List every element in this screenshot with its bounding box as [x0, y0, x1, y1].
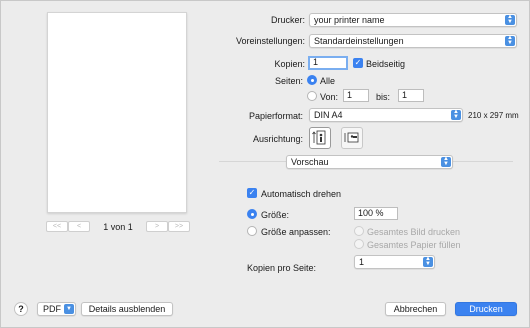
presets-select[interactable]: Standardeinstellungen ▲ ▼ [309, 34, 517, 48]
popup-arrows-icon: ▲ ▼ [423, 256, 433, 267]
orientation-portrait-button[interactable] [309, 127, 331, 149]
printer-label: Drucker: [270, 15, 305, 25]
print-dialog: << < 1 von 1 > >> Drucker: your printer … [0, 0, 530, 328]
chevron-down-icon: ▼ [64, 304, 74, 314]
paper-size-label: Papierformat: [248, 111, 303, 121]
fit-whole-image-label: Gesamtes Bild drucken [367, 227, 461, 237]
orientation-landscape-button[interactable] [341, 127, 363, 149]
portrait-orientation-icon [312, 130, 326, 145]
cancel-button[interactable]: Abbrechen [385, 302, 446, 316]
duplex-label: Beidseitig [366, 59, 406, 69]
scale-size-input[interactable]: 100 % [354, 207, 398, 220]
popup-arrows-icon: ▲ ▼ [505, 35, 515, 46]
presets-label: Voreinstellungen: [235, 36, 305, 46]
pages-range-radio[interactable] [307, 91, 317, 101]
section-value: Vorschau [291, 157, 329, 167]
last-page-button[interactable]: >> [168, 221, 190, 232]
pages-to-input[interactable]: 1 [398, 89, 424, 102]
next-page-button[interactable]: > [146, 221, 168, 232]
previous-page-button[interactable]: < [68, 221, 90, 232]
section-select[interactable]: Vorschau ▲ ▼ [286, 155, 453, 169]
fit-fill-paper-radio[interactable] [354, 239, 364, 249]
pages-all-label: Alle [320, 76, 336, 86]
auto-rotate-checkbox[interactable]: ✓ [247, 188, 257, 198]
landscape-orientation-icon [344, 132, 359, 143]
pages-from-input[interactable]: 1 [343, 89, 369, 102]
fit-whole-image-radio[interactable] [354, 226, 364, 236]
copies-input[interactable]: 1 [308, 56, 348, 70]
paper-size-select[interactable]: DIN A4 ▲ ▼ [309, 108, 463, 122]
print-preview-page [47, 12, 187, 213]
pages-label: Seiten: [274, 76, 303, 86]
pdf-menu-button[interactable]: PDF ▼ [37, 302, 76, 316]
popup-arrows-icon: ▲ ▼ [505, 14, 515, 25]
duplex-checkbox[interactable]: ✓ [353, 58, 363, 68]
printer-select[interactable]: your printer name ▲ ▼ [309, 13, 517, 27]
orientation-label: Ausrichtung: [252, 134, 303, 144]
scale-fit-label: Größe anpassen: [261, 227, 331, 237]
presets-value: Standardeinstellungen [314, 36, 404, 46]
help-button[interactable]: ? [14, 302, 28, 316]
paper-size-value: DIN A4 [314, 110, 343, 120]
print-button[interactable]: Drucken [455, 302, 517, 316]
scale-size-label: Größe: [261, 210, 290, 220]
hide-details-button[interactable]: Details ausblenden [81, 302, 173, 316]
fit-fill-paper-label: Gesamtes Papier füllen [367, 240, 461, 250]
paper-dimensions: 210 x 297 mm [468, 111, 519, 120]
scale-size-radio[interactable] [247, 209, 257, 219]
copies-label: Kopien: [274, 59, 305, 69]
page-indicator: 1 von 1 [103, 222, 133, 232]
pages-per-sheet-select[interactable]: 1 ▲ ▼ [354, 255, 435, 269]
auto-rotate-label: Automatisch drehen [261, 189, 342, 199]
pages-per-sheet-label: Kopien pro Seite: [247, 263, 317, 273]
printer-value: your printer name [314, 15, 385, 25]
pages-from-label: Von: [320, 92, 339, 102]
popup-arrows-icon: ▲ ▼ [451, 109, 461, 120]
pages-all-radio[interactable] [307, 75, 317, 85]
pages-to-label: bis: [376, 92, 391, 102]
scale-fit-radio[interactable] [247, 226, 257, 236]
first-page-button[interactable]: << [46, 221, 68, 232]
pages-per-sheet-value: 1 [359, 257, 365, 267]
popup-arrows-icon: ▲ ▼ [441, 156, 451, 167]
pdf-label: PDF [43, 304, 61, 314]
